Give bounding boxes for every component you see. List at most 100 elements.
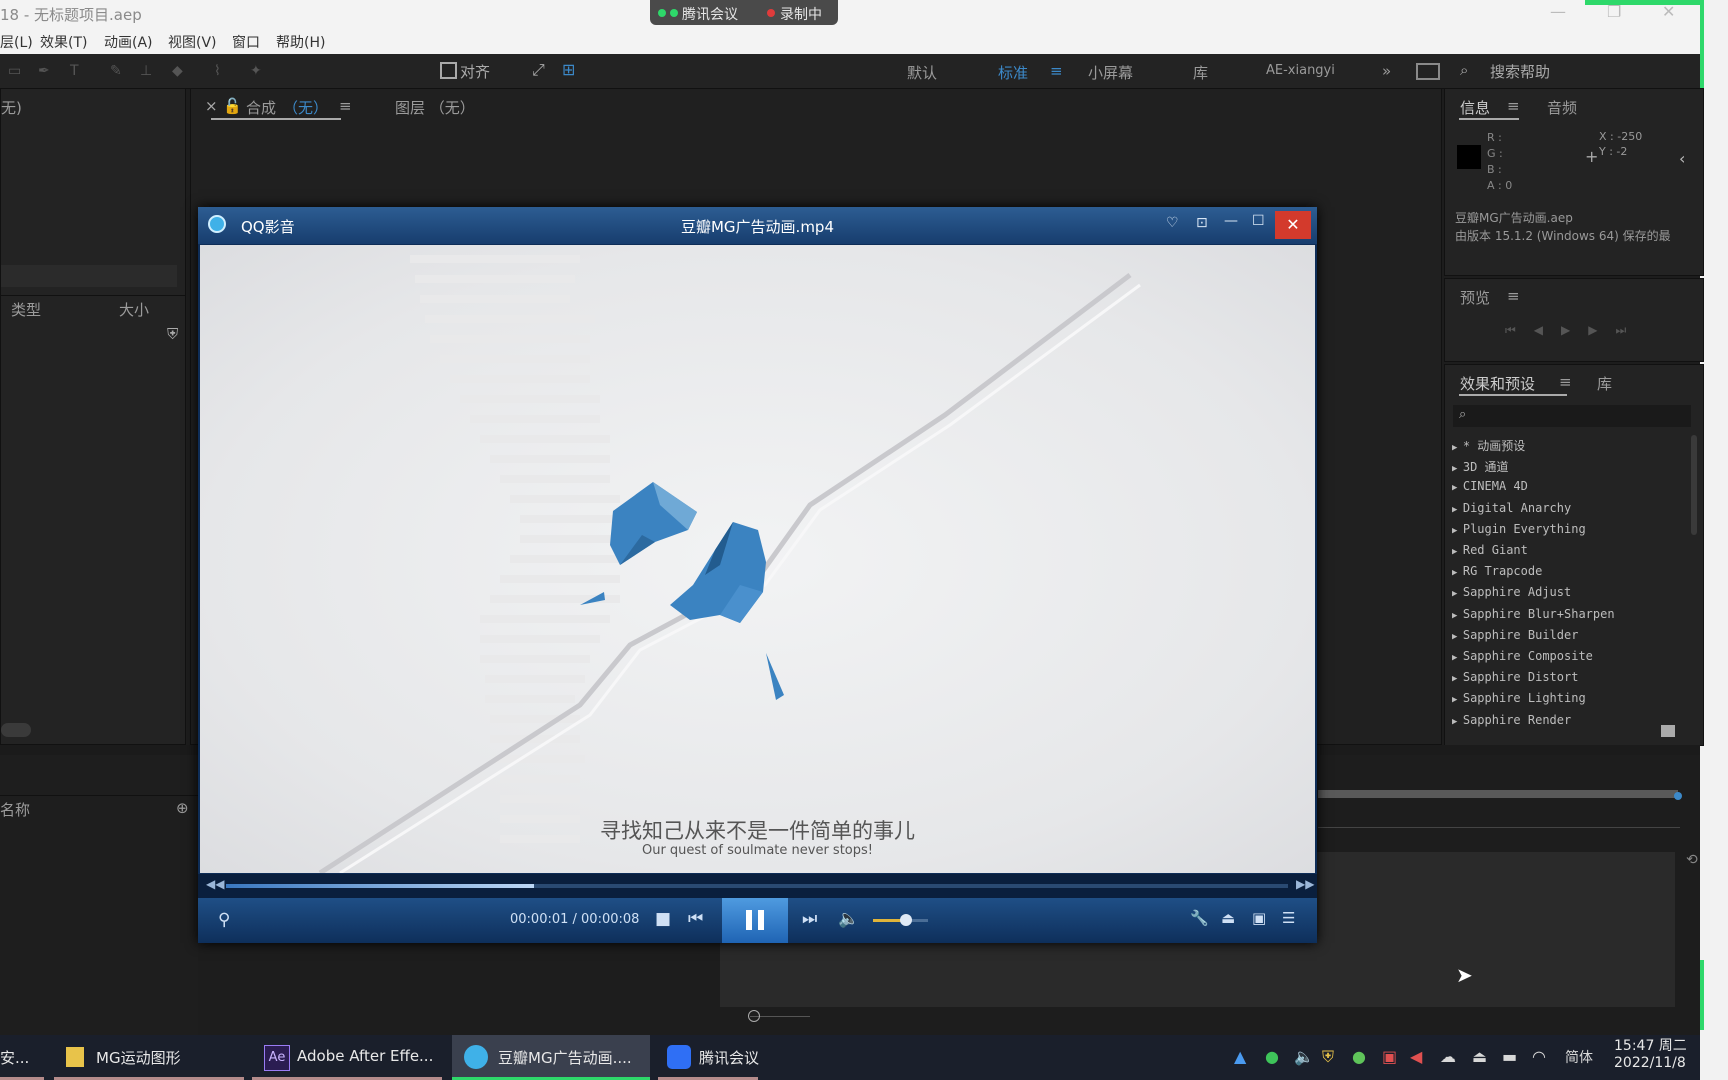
- taskbar-app-partial[interactable]: 安...: [0, 1035, 44, 1080]
- workspace-library[interactable]: 库: [1193, 62, 1208, 83]
- screenshot-icon[interactable]: ▣: [1252, 909, 1266, 927]
- wifi-icon[interactable]: ◠: [1532, 1047, 1546, 1066]
- menu-effect[interactable]: 效果(T): [40, 32, 87, 52]
- effects-category-item[interactable]: ▶ Sapphire Render: [1452, 713, 1571, 727]
- wechat-icon[interactable]: ●: [1265, 1047, 1279, 1066]
- workspace-ae-xiangyi[interactable]: AE-xiangyi: [1266, 63, 1335, 78]
- tray-cloud-icon[interactable]: ☁: [1440, 1047, 1456, 1066]
- preview-menu-icon[interactable]: ≡: [1507, 287, 1520, 305]
- playlist-icon[interactable]: ☰: [1282, 909, 1295, 927]
- effects-category-item[interactable]: ▶ * 动画预设: [1452, 437, 1525, 454]
- security-icon[interactable]: ⛨: [1322, 1047, 1334, 1067]
- more-workspaces-button[interactable]: »: [1382, 62, 1391, 80]
- feedback-icon[interactable]: ♡: [1166, 215, 1179, 231]
- align-checkbox[interactable]: [440, 62, 457, 79]
- clock-date[interactable]: 2022/11/8: [1614, 1055, 1686, 1071]
- collapse-icon[interactable]: ‹: [1679, 149, 1685, 168]
- pause-button[interactable]: [722, 898, 788, 943]
- expand-arrow-icon[interactable]: ▶: [1452, 611, 1463, 621]
- library-tab[interactable]: 库: [1597, 373, 1612, 394]
- seek-track[interactable]: [226, 884, 1288, 888]
- effects-category-item[interactable]: ▶ Sapphire Builder: [1452, 628, 1578, 642]
- mini-mode-icon[interactable]: ⊡: [1196, 215, 1208, 231]
- work-area-bar[interactable]: [1318, 790, 1678, 798]
- expand-arrow-icon[interactable]: ▶: [1452, 674, 1463, 684]
- effects-category-item[interactable]: ▶ Sapphire Distort: [1452, 670, 1578, 684]
- effects-scrollbar[interactable]: [1691, 435, 1697, 535]
- speaker-icon[interactable]: 🔈: [1294, 1047, 1314, 1066]
- text-tool-icon[interactable]: T: [70, 63, 88, 79]
- player-title-bar[interactable]: QQ影音 豆瓣MG广告动画.mp4 ♡ ⊡ — ☐ ✕: [198, 207, 1317, 244]
- workspace-small-screen[interactable]: 小屏幕: [1088, 62, 1133, 83]
- comp-tab-value[interactable]: （无）: [283, 97, 328, 118]
- column-type[interactable]: 类型: [11, 299, 41, 320]
- menu-help[interactable]: 帮助(H): [276, 32, 325, 52]
- taskbar-app-qq-player[interactable]: 豆瓣MG广告动画....: [452, 1035, 650, 1080]
- expand-arrow-icon[interactable]: ▶: [1452, 505, 1463, 515]
- menu-animation[interactable]: 动画(A): [104, 32, 153, 52]
- taskbar-app-folder[interactable]: MG运动图形: [54, 1035, 244, 1080]
- settings-wrench-icon[interactable]: 🔧: [1190, 909, 1209, 927]
- project-scrollbar[interactable]: [1, 723, 31, 737]
- fast-forward-icon[interactable]: ▶▶: [1296, 877, 1314, 891]
- snap-icon[interactable]: ⤢: [532, 60, 545, 80]
- expand-arrow-icon[interactable]: ▶: [1452, 526, 1463, 536]
- player-minimize-icon[interactable]: —: [1224, 213, 1238, 229]
- work-area-end-handle[interactable]: [1674, 792, 1682, 800]
- expand-arrow-icon[interactable]: ▶: [1452, 695, 1463, 705]
- workspace-standard[interactable]: 标准: [998, 62, 1028, 83]
- menu-view[interactable]: 视图(V): [168, 32, 217, 52]
- effects-search-input[interactable]: ⌕: [1453, 405, 1691, 427]
- audio-tab[interactable]: 音频: [1547, 97, 1577, 118]
- volume-icon[interactable]: 🔈: [838, 909, 859, 929]
- zoom-slider[interactable]: [720, 1010, 840, 1022]
- clock-time[interactable]: 15:47 周二: [1614, 1035, 1687, 1055]
- info-tab[interactable]: 信息: [1460, 97, 1490, 118]
- minimize-icon[interactable]: —: [1550, 2, 1566, 21]
- expand-arrow-icon[interactable]: ▶: [1452, 589, 1463, 599]
- tray-meeting-icon[interactable]: ▲: [1234, 1047, 1246, 1066]
- close-tab-icon[interactable]: ×: [205, 97, 218, 115]
- comp-tab-label[interactable]: 合成: [246, 97, 276, 118]
- new-bin-icon[interactable]: [1661, 725, 1675, 737]
- stop-icon[interactable]: ■: [655, 909, 671, 929]
- menu-layer[interactable]: 层(L): [0, 32, 33, 52]
- effects-category-item[interactable]: ▶ CINEMA 4D: [1452, 479, 1528, 493]
- effects-category-item[interactable]: ▶ Red Giant: [1452, 543, 1528, 557]
- rect-tool-icon[interactable]: ▭: [8, 63, 26, 79]
- effects-category-item[interactable]: ▶ Sapphire Lighting: [1452, 691, 1586, 705]
- next-icon[interactable]: ⏭: [802, 909, 817, 929]
- video-frame[interactable]: 寻找知己从来不是一件简单的事儿 Our quest of soulmate ne…: [200, 245, 1315, 873]
- column-name[interactable]: 名称: [0, 799, 30, 820]
- stamp-tool-icon[interactable]: ⊥: [140, 63, 158, 79]
- meeting-recording-badge[interactable]: 腾讯会议 录制中: [650, 0, 838, 25]
- workspace-menu-icon[interactable]: ≡: [1050, 62, 1063, 80]
- previous-icon[interactable]: ⏮: [688, 909, 703, 929]
- layer-tab[interactable]: 图层 （无）: [395, 97, 475, 118]
- tools-icon[interactable]: ⚲: [218, 910, 230, 930]
- pin-tool-icon[interactable]: ✦: [250, 63, 268, 79]
- switches-icon[interactable]: ⊕: [176, 799, 189, 817]
- battery-icon[interactable]: ▬: [1502, 1047, 1517, 1066]
- lock-icon[interactable]: 🔓: [223, 97, 242, 115]
- effects-category-item[interactable]: ▶ Plugin Everything: [1452, 522, 1586, 536]
- effects-category-item[interactable]: ▶ Sapphire Composite: [1452, 649, 1593, 663]
- zoom-handle[interactable]: [748, 1010, 760, 1022]
- preview-transport-icons[interactable]: ⏮◀▶▶⏭: [1505, 323, 1644, 338]
- expand-arrow-icon[interactable]: ▶: [1452, 464, 1463, 474]
- roto-tool-icon[interactable]: ⌇: [214, 63, 232, 79]
- volume-slider[interactable]: [873, 914, 928, 926]
- volume-handle[interactable]: [900, 914, 912, 926]
- tray-red-icon[interactable]: ▣: [1382, 1047, 1397, 1066]
- player-maximize-icon[interactable]: ☐: [1252, 213, 1265, 229]
- ime-indicator[interactable]: 简体: [1565, 1047, 1593, 1067]
- expand-arrow-icon[interactable]: ▶: [1452, 717, 1463, 727]
- expand-arrow-icon[interactable]: ▶: [1452, 568, 1463, 578]
- rewind-icon[interactable]: ◀◀: [206, 877, 224, 891]
- pen-tool-icon[interactable]: ✒: [38, 63, 56, 79]
- effects-category-item[interactable]: ▶ Sapphire Blur+Sharpen: [1452, 607, 1615, 621]
- info-menu-icon[interactable]: ≡: [1507, 97, 1520, 115]
- taskbar-app-tencent-meeting[interactable]: 腾讯会议: [658, 1035, 759, 1080]
- column-size[interactable]: 大小: [119, 299, 149, 320]
- effects-category-item[interactable]: ▶ RG Trapcode: [1452, 564, 1542, 578]
